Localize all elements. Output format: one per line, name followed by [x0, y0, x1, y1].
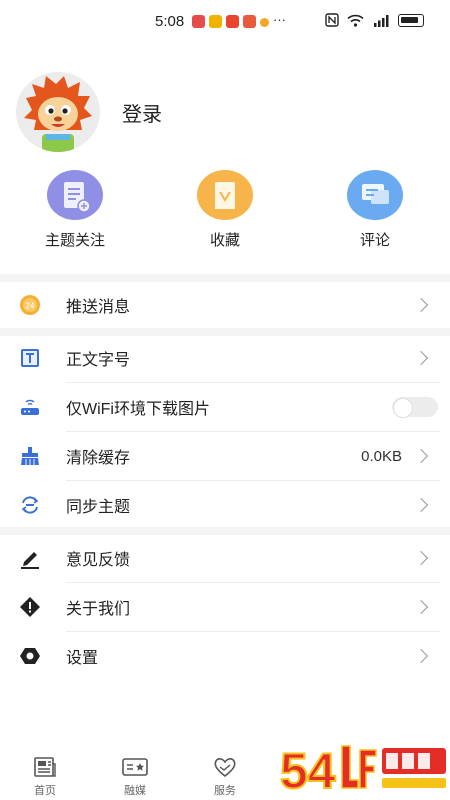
lion-mascot-avatar-icon — [18, 72, 98, 152]
router-icon — [19, 396, 41, 418]
quick-action-comments[interactable]: 评论 — [330, 170, 420, 250]
app-notification-icon — [192, 15, 205, 28]
chevron-right-icon — [413, 448, 429, 464]
sync-icon — [19, 494, 41, 516]
broom-icon — [19, 445, 41, 467]
wifi-only-toggle[interactable] — [392, 397, 438, 418]
svg-text:24: 24 — [26, 302, 35, 311]
menu-item-feedback[interactable]: 意见反馈 — [0, 534, 450, 582]
tab-service[interactable]: 服务 — [195, 756, 255, 798]
chevron-right-icon — [413, 297, 429, 313]
signal-icon — [374, 14, 389, 27]
gear-icon — [19, 645, 41, 667]
info-diamond-icon — [19, 596, 41, 618]
subscribe-doc-icon — [47, 170, 103, 220]
menu-label: 仅WiFi环境下载图片 — [66, 401, 210, 418]
chevron-right-icon — [413, 648, 429, 664]
favorite-doc-icon — [197, 170, 253, 220]
chevron-right-icon — [413, 550, 429, 566]
avatar[interactable] — [16, 72, 100, 152]
app-notification-icon — [209, 15, 222, 28]
menu-label: 推送消息 — [66, 299, 131, 316]
chevron-right-icon — [413, 599, 429, 615]
menu-label: 意见反馈 — [66, 552, 131, 569]
menu-label: 正文字号 — [66, 352, 131, 369]
wifi-icon — [347, 14, 364, 27]
comment-bubble-icon — [347, 170, 403, 220]
tab-label: 首页 — [34, 785, 56, 797]
menu-item-sync-topics[interactable]: 同步主题 — [0, 481, 450, 529]
menu-item-settings[interactable]: 设置 — [0, 632, 450, 680]
chevron-right-icon — [413, 497, 429, 513]
tab-home[interactable]: 首页 — [15, 756, 75, 798]
menu-label: 清除缓存 — [66, 450, 131, 467]
menu-item-wifi-only[interactable]: 仅WiFi环境下载图片 — [0, 383, 450, 431]
menu-label: 关于我们 — [66, 601, 131, 618]
svg-text:54: 54 — [280, 743, 336, 798]
nfc-icon — [325, 13, 339, 27]
app-notification-icon — [226, 15, 239, 28]
status-bar: 5:08 ··· — [0, 0, 450, 44]
status-time: 5:08 — [155, 13, 185, 30]
quick-action-label: 评论 — [359, 232, 390, 249]
app-notification-icon — [260, 18, 269, 27]
pencil-icon — [19, 547, 41, 569]
push-badge-icon: 24 — [19, 294, 41, 316]
chevron-right-icon — [413, 350, 429, 366]
menu-item-font-size[interactable]: 正文字号 — [0, 334, 450, 382]
quick-action-subscriptions[interactable]: 主题关注 — [30, 170, 120, 250]
quick-action-label: 主题关注 — [44, 232, 105, 249]
profile-header[interactable]: 登录 — [16, 72, 162, 152]
tab-label: 服务 — [214, 785, 236, 797]
menu-label: 设置 — [66, 650, 99, 667]
site-watermark-logo: 54 — [279, 736, 448, 800]
quick-action-favorites[interactable]: 收藏 — [180, 170, 270, 250]
cache-size-value: 0.0KB — [361, 447, 402, 465]
text-size-icon — [19, 347, 41, 369]
status-system-icons — [325, 13, 424, 27]
app-notification-icon — [243, 15, 256, 28]
more-notifications-indicator: ··· — [273, 12, 286, 27]
notification-icons: ··· — [192, 12, 286, 28]
menu-item-about[interactable]: 关于我们 — [0, 583, 450, 631]
menu-item-push[interactable]: 24 推送消息 — [0, 281, 450, 329]
heart-hands-icon — [195, 756, 255, 778]
newspaper-icon — [15, 756, 75, 778]
battery-icon — [398, 13, 424, 27]
media-card-icon — [105, 756, 165, 778]
tab-label: 融媒 — [124, 785, 146, 797]
menu-label: 同步主题 — [66, 499, 131, 516]
quick-action-label: 收藏 — [209, 232, 240, 249]
menu-item-clear-cache[interactable]: 清除缓存 0.0KB — [0, 432, 450, 480]
quick-actions: 主题关注 收藏 评论 — [0, 170, 450, 255]
tab-media[interactable]: 融媒 — [105, 756, 165, 798]
login-link[interactable]: 登录 — [122, 98, 162, 127]
